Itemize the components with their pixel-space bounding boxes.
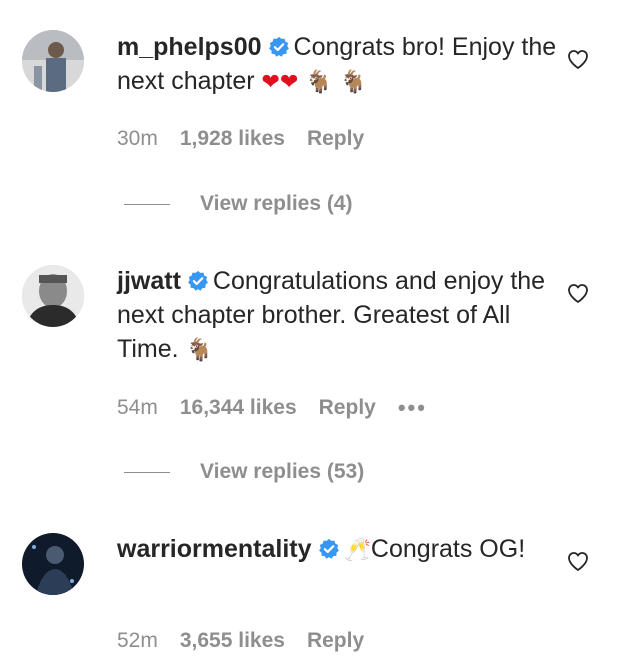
reply-button[interactable]: Reply bbox=[307, 127, 364, 151]
view-replies-button[interactable]: View replies (4) bbox=[124, 192, 353, 216]
goat-emoji-icon: 🐐 bbox=[305, 70, 333, 95]
verified-badge-icon bbox=[187, 270, 209, 292]
comment-text-block: warriormentality 🥂Congrats OG! bbox=[117, 532, 557, 568]
avatar[interactable] bbox=[22, 533, 84, 595]
comment-body: Congrats OG! bbox=[370, 535, 526, 563]
username[interactable]: warriormentality bbox=[117, 535, 312, 563]
username[interactable]: jjwatt bbox=[117, 267, 181, 295]
replies-divider bbox=[124, 471, 170, 473]
champagne-emoji-icon: 🥂 bbox=[343, 538, 371, 563]
heart-like-icon[interactable] bbox=[566, 47, 590, 71]
comment-text-block: jjwatt Congratulations and enjoy the next… bbox=[117, 264, 557, 368]
comment-meta: 52m 3,655 likes Reply bbox=[117, 629, 386, 653]
view-replies-label: View replies (4) bbox=[200, 192, 353, 215]
heart-emoji-icon: ❤ bbox=[279, 70, 299, 95]
heart-like-icon[interactable] bbox=[566, 549, 590, 573]
verified-badge-icon bbox=[318, 538, 340, 560]
comment-text-block: m_phelps00 Congrats bro! Enjoy the next c… bbox=[117, 30, 557, 100]
reply-button[interactable]: Reply bbox=[319, 396, 376, 420]
heart-emoji-icon: ❤ bbox=[261, 70, 280, 95]
likes-count[interactable]: 3,655 likes bbox=[180, 629, 285, 653]
view-replies-button[interactable]: View replies (53) bbox=[124, 460, 364, 484]
heart-like-icon[interactable] bbox=[566, 281, 590, 305]
view-replies-label: View replies (53) bbox=[200, 460, 365, 483]
avatar[interactable] bbox=[22, 265, 84, 327]
replies-divider bbox=[124, 203, 170, 205]
username[interactable]: m_phelps00 bbox=[117, 33, 262, 61]
likes-count[interactable]: 1,928 likes bbox=[180, 127, 285, 151]
avatar[interactable] bbox=[22, 30, 84, 92]
comment-meta: 54m 16,344 likes Reply ••• bbox=[117, 395, 449, 421]
timestamp: 30m bbox=[117, 127, 158, 150]
likes-count[interactable]: 16,344 likes bbox=[180, 396, 297, 420]
more-options-icon[interactable]: ••• bbox=[398, 395, 427, 421]
comment-body: Congratulations and enjoy the next chapt… bbox=[117, 267, 546, 363]
goat-emoji-icon: 🐐 bbox=[185, 338, 213, 363]
timestamp: 54m bbox=[117, 396, 158, 419]
comment-meta: 30m 1,928 likes Reply bbox=[117, 127, 386, 151]
verified-badge-icon bbox=[268, 36, 290, 58]
goat-emoji-icon: 🐐 bbox=[339, 70, 368, 95]
reply-button[interactable]: Reply bbox=[307, 629, 364, 653]
timestamp: 52m bbox=[117, 629, 158, 652]
